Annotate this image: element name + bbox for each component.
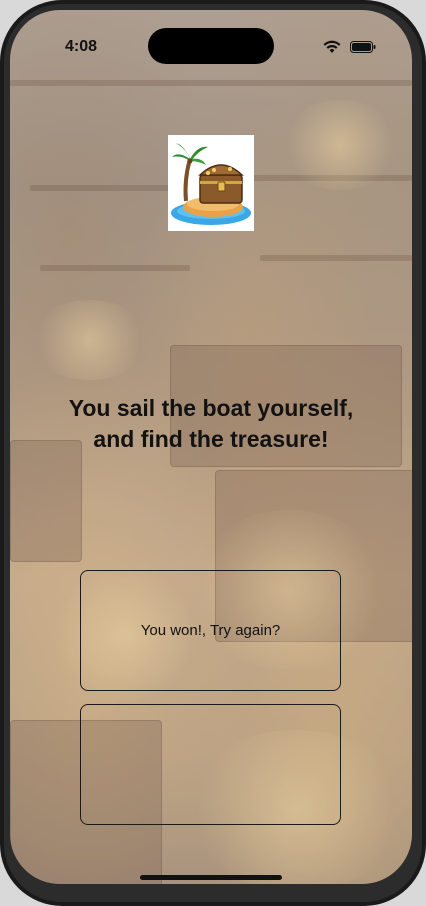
story-text: You sail the boat yourself, and find the… — [68, 395, 354, 452]
wifi-icon — [323, 40, 341, 53]
choice-button-2[interactable] — [80, 704, 341, 825]
status-time: 4:08 — [65, 38, 98, 55]
status-bar: 4:08 — [10, 10, 412, 64]
choice-button-1-label: You won!, Try again? — [140, 622, 281, 639]
battery-icon — [350, 41, 376, 53]
dynamic-island — [148, 28, 274, 64]
choice-button-1[interactable]: You won!, Try again? — [80, 570, 341, 691]
treasure-island-icon — [168, 135, 254, 231]
app-screen: 4:08 You sail the boat yourself, and fin… — [10, 10, 412, 884]
home-indicator[interactable] — [140, 875, 282, 880]
phone-frame: 4:08 You sail the boat yourself, and fin… — [0, 0, 426, 906]
